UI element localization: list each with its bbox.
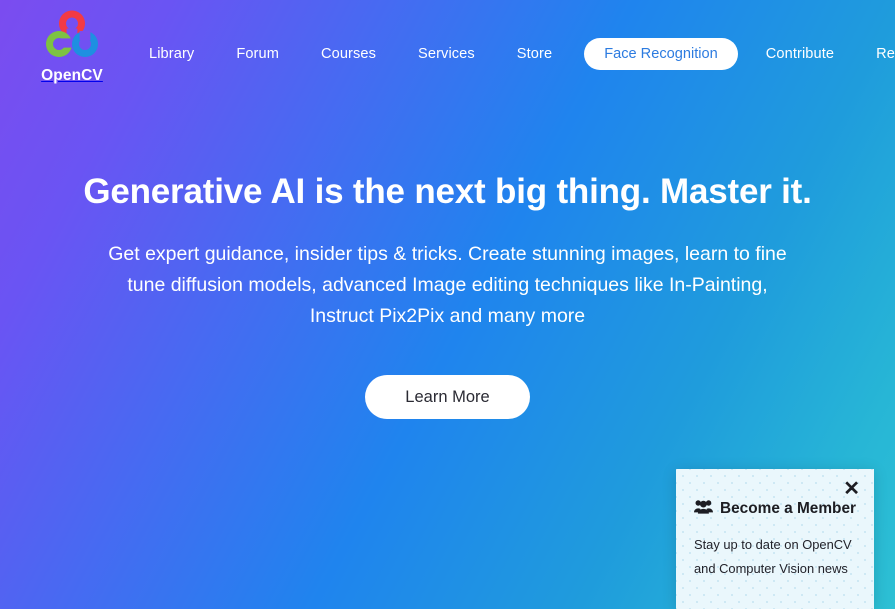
nav-item-courses[interactable]: Courses [321,40,376,68]
close-icon[interactable]: ✕ [839,477,864,501]
hero-section: Generative AI is the next big thing. Mas… [0,170,895,420]
nav-item-store[interactable]: Store [517,40,552,68]
brand-logo-link[interactable]: OpenCV [36,0,108,84]
nav-item-library[interactable]: Library [149,40,194,68]
nav-item-contribute[interactable]: Contribute [766,40,834,68]
become-a-member-popup: ✕ Become a Member Stay up to date on Ope… [676,469,874,609]
page-title: Generative AI is the next big thing. Mas… [83,172,812,211]
popup-title: Become a Member [694,499,858,517]
nav-item-face-recognition[interactable]: Face Recognition [584,37,738,71]
users-icon [694,499,713,517]
popup-body-text: Stay up to date on OpenCV and Computer V… [694,537,852,577]
cta-container: Learn More [50,374,845,420]
nav-links-container: Library Forum Courses Services Store Fac… [149,0,895,108]
hero-subtitle: Get expert guidance, insider tips & tric… [108,242,787,327]
main-navigation: OpenCV Library Forum Courses Services St… [0,0,895,108]
brand-name-text: OpenCV [41,67,103,84]
learn-more-button[interactable]: Learn More [365,374,530,420]
nav-item-services[interactable]: Services [418,40,475,68]
nav-item-resources[interactable]: Resources [876,40,895,68]
nav-item-forum[interactable]: Forum [236,40,279,68]
popup-title-text: Become a Member [720,499,857,517]
opencv-logo-icon [41,9,103,67]
